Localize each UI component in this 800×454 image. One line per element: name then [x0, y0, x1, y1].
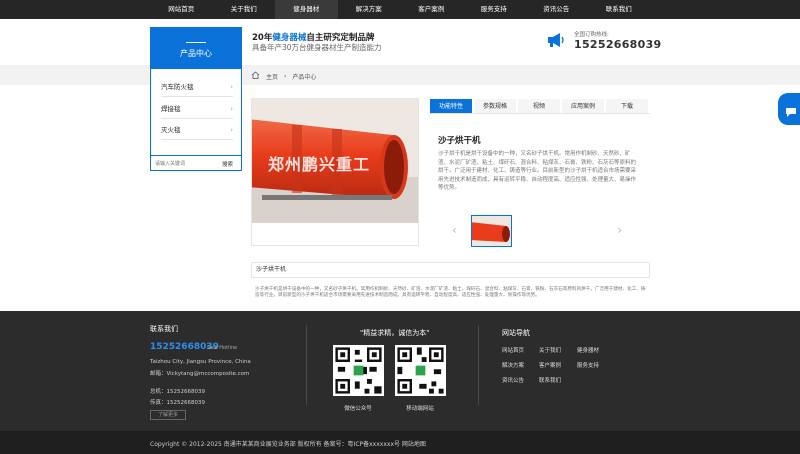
- product-watermark: 郑州鹏兴重工: [268, 155, 371, 174]
- footer-nav-home[interactable]: 网站首页: [502, 346, 524, 354]
- tab-specs[interactable]: 参数规格: [474, 99, 516, 113]
- nav-item-cases[interactable]: 客户案例: [400, 0, 463, 19]
- tab-video[interactable]: 视频: [518, 99, 560, 113]
- wechat-qr-code: [333, 345, 384, 396]
- sidebar-header: 产品中心: [150, 27, 242, 69]
- footer-divider: [306, 325, 307, 405]
- footer-nav-contact[interactable]: 联系我们: [539, 376, 561, 384]
- search-input[interactable]: [155, 158, 215, 169]
- footer-nav-solutions[interactable]: 解决方案: [502, 361, 524, 369]
- sidebar-item-fire-blanket[interactable]: 灭火毯 ›: [161, 120, 233, 140]
- chevron-left-icon[interactable]: ‹: [452, 223, 457, 237]
- detail-heading: 沙子烘干机: [251, 262, 650, 278]
- hotline-number: 15252668039: [574, 38, 662, 51]
- nav-item-solutions[interactable]: 解决方案: [338, 0, 401, 19]
- sidebar-title: 产品中心: [180, 49, 212, 58]
- thumbnail-carousel: ‹ ›: [450, 215, 630, 247]
- header-sub-slogan: 具备年产30万台健身器材生产制造能力: [252, 43, 382, 52]
- tab-cases[interactable]: 应用案例: [562, 99, 604, 113]
- header: [0, 19, 800, 65]
- top-nav: 网站首页 关于我们 健身器材 解决方案 客户案例 服务支持 资讯公告 联系我们: [0, 0, 800, 19]
- sidebar-item-label: 灭火毯: [161, 126, 181, 134]
- tab-download[interactable]: 下载: [606, 99, 648, 113]
- chevron-right-icon[interactable]: ›: [617, 223, 622, 237]
- footer-nav-title: 网站导航: [502, 329, 530, 337]
- footer-hotline-tag: Sale Hotline: [207, 345, 238, 351]
- product-description: 沙子烘干机是烘干设备中的一种，又名砂子烘干机。常用作机制砂、天然砂、矿渣、水泥厂…: [438, 151, 637, 192]
- footer-nav-news[interactable]: 资讯公告: [502, 376, 524, 384]
- copyright-bar: Copyright © 2012-2025 南通市某某商业展览业务部 版权所有 …: [0, 431, 800, 454]
- breadcrumb-bar: [0, 65, 800, 85]
- sidebar-item-welding-blanket[interactable]: 焊接毯 ›: [161, 99, 233, 119]
- chevron-right-icon: ›: [230, 105, 233, 113]
- nav-item-news[interactable]: 资讯公告: [525, 0, 588, 19]
- sidebar-item-label: 汽车防火毯: [161, 83, 194, 91]
- tab-features[interactable]: 功能特性: [430, 99, 472, 113]
- nav-item-support[interactable]: 服务支持: [463, 0, 526, 19]
- sidebar-header-divider: [186, 42, 206, 43]
- footer-nav-about[interactable]: 关于我们: [539, 346, 561, 354]
- mobile-site-qr-code: [395, 345, 446, 396]
- breadcrumb-current: 产品中心: [292, 73, 317, 81]
- sidebar-item-label: 焊接毯: [161, 105, 181, 113]
- nav-item-contact[interactable]: 联系我们: [588, 0, 651, 19]
- footer-nav-support[interactable]: 服务支持: [577, 361, 599, 369]
- chevron-right-icon: ›: [230, 126, 233, 134]
- footer-fax: 传真：15252668039: [150, 400, 206, 406]
- footer-nav-fitness[interactable]: 健身器材: [577, 346, 599, 354]
- sidebar-search: 搜索: [150, 155, 242, 171]
- online-chat-button[interactable]: [778, 93, 800, 125]
- hotline-label: 全国订购热线:: [574, 32, 609, 38]
- megaphone-icon: [546, 32, 566, 52]
- nav-items: 网站首页 关于我们 健身器材 解决方案 客户案例 服务支持 资讯公告 联系我们: [150, 0, 650, 19]
- search-button[interactable]: 搜索: [222, 160, 233, 168]
- nav-item-home[interactable]: 网站首页: [150, 0, 213, 19]
- sidebar-item-car-fire-blanket[interactable]: 汽车防火毯 ›: [161, 77, 233, 97]
- footer-divider: [478, 325, 479, 405]
- detail-body: 沙子烘干机是烘干设备中的一种，又名砂子烘干机。常用作机制砂、天然砂、矿渣、水泥厂…: [255, 287, 646, 299]
- chevron-right-icon: ›: [230, 83, 233, 91]
- footer-tel: 总机：15252668039: [150, 389, 206, 395]
- thumbnail-item[interactable]: [471, 215, 512, 247]
- mobile-site-qr-caption: 移动端网站: [406, 406, 434, 412]
- wechat-qr-caption: 微信公众号: [344, 406, 372, 412]
- footer-email: 邮箱：Vickytang@mccomposite.com: [150, 371, 250, 377]
- copyright-text: Copyright © 2012-2025 南通市某某商业展览业务部 版权所有 …: [150, 441, 426, 448]
- nav-item-fitness[interactable]: 健身器材: [275, 0, 338, 19]
- home-icon[interactable]: [251, 71, 260, 81]
- footer-nav-cases[interactable]: 客户案例: [539, 361, 561, 369]
- footer-slogan: "精益求精，诚信为本": [360, 329, 430, 337]
- footer-address: Taizhou City, Jiangsu Province, China: [150, 359, 251, 365]
- breadcrumb-separator: ›: [284, 72, 287, 80]
- product-title: 沙子烘干机: [438, 136, 481, 146]
- product-tabs: 功能特性 参数规格 视频 应用案例 下载: [430, 99, 650, 114]
- breadcrumb: 主页 › 产品中心: [251, 71, 316, 81]
- breadcrumb-home[interactable]: 主页: [266, 72, 278, 81]
- nav-item-about[interactable]: 关于我们: [213, 0, 276, 19]
- footer-contact-title: 联系我们: [150, 325, 178, 333]
- chat-icon: [785, 103, 797, 122]
- footer-more-button[interactable]: 了解更多: [150, 410, 186, 420]
